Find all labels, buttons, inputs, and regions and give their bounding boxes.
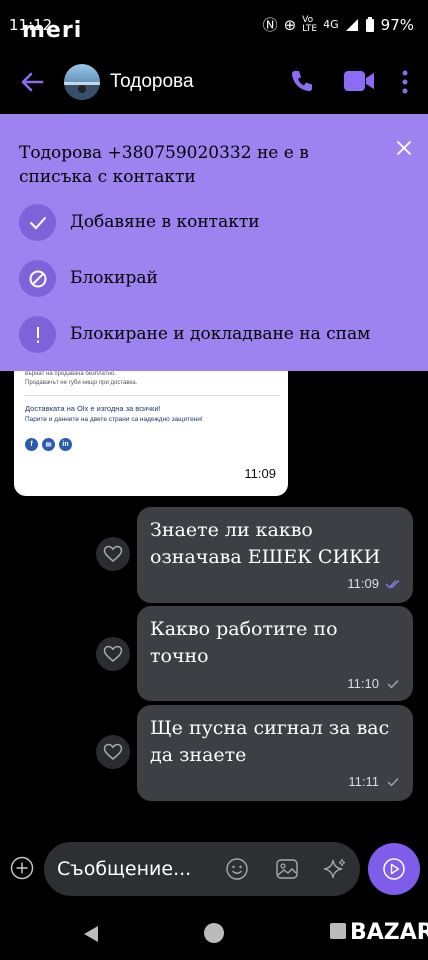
exclamation-icon (19, 316, 56, 353)
image-text-line: върнат на продавача безплатно. (25, 371, 116, 377)
linkedin-icon: in (59, 438, 72, 451)
phone-icon[interactable] (289, 68, 315, 94)
option-label: Блокиране и докладване на спам (70, 324, 371, 344)
avatar[interactable] (64, 64, 100, 100)
mail-icon: ✉ (42, 438, 55, 451)
message-text: Какво работите по точно (150, 618, 338, 667)
check-icon (19, 204, 56, 241)
block-button[interactable]: Блокирай (19, 260, 419, 298)
volte-icon: Vo LTE (302, 14, 318, 34)
outgoing-message[interactable]: Знаете ли какво означава ЕШЕК СИКИ 11:09 (137, 507, 413, 603)
message-composer: Съобщение... (0, 836, 428, 902)
image-text-line: Парите и данните на двете страни са наде… (25, 416, 203, 423)
like-button[interactable] (96, 637, 130, 671)
battery-percent: 97% (380, 15, 414, 34)
send-button[interactable] (368, 843, 420, 895)
more-options-icon[interactable] (400, 69, 410, 95)
image-text-line: Доставката на Olx е изгодна за всички! (25, 404, 161, 413)
network-type: 4G (323, 18, 339, 31)
unknown-contact-banner: Тодорова +380759020332 не е в списъка с … (0, 114, 428, 371)
message-time: 11:09 (347, 576, 379, 591)
gallery-icon[interactable] (274, 856, 300, 882)
plus-icon[interactable] (10, 856, 34, 880)
outgoing-message[interactable]: Какво работите по точно 11:10 (137, 606, 413, 701)
watermark-text: meri (22, 18, 83, 43)
chat-header: Тодорова (0, 52, 428, 114)
status-icons: Ⓝ ⊕ Vo LTE 4G 97% (263, 14, 414, 35)
heart-icon (103, 645, 123, 662)
nav-recent-icon[interactable] (330, 923, 346, 939)
add-to-contacts-button[interactable]: Добавяне в контакти (19, 204, 419, 242)
close-icon[interactable] (394, 138, 414, 158)
message-input[interactable]: Съобщение... (44, 842, 360, 896)
heart-icon (103, 743, 123, 760)
bazar-logo: BAZAR (350, 920, 428, 945)
signal-icon (345, 18, 358, 31)
block-and-report-button[interactable]: Блокиране и докладване на спам (19, 316, 419, 354)
check-icon (387, 680, 399, 689)
status-bar: 11:12 meri Ⓝ ⊕ Vo LTE 4G 97% (0, 0, 428, 52)
heart-icon (103, 545, 123, 562)
image-message[interactable]: върнат на продавача безплатно. Продавачъ… (14, 371, 288, 496)
sparkle-icon[interactable] (322, 856, 348, 882)
message-placeholder: Съобщение... (57, 858, 192, 880)
like-button[interactable] (96, 537, 130, 571)
message-text: Знаете ли какво означава ЕШЕК СИКИ (150, 519, 381, 568)
nav-back-icon[interactable] (82, 924, 100, 944)
avatar-photo (64, 82, 100, 100)
play-icon (383, 858, 405, 880)
divider (24, 395, 280, 396)
video-call-icon[interactable] (343, 70, 375, 92)
emoji-icon[interactable] (224, 856, 250, 882)
message-text: Ще пусна сигнал за вас да знаете (150, 717, 390, 766)
option-label: Добавяне в контакти (70, 212, 260, 232)
message-time: 11:10 (347, 676, 379, 691)
check-icon (387, 778, 399, 787)
system-nav-bar: BAZAR (0, 902, 428, 960)
nav-home-icon[interactable] (204, 923, 224, 943)
battery-icon (365, 16, 374, 32)
contact-name[interactable]: Тодорова (110, 71, 194, 93)
block-icon (19, 260, 56, 297)
message-time: 11:09 (244, 466, 276, 481)
hotspot-icon: ⊕ (283, 15, 297, 34)
like-button[interactable] (96, 735, 130, 769)
option-label: Блокирай (70, 268, 158, 288)
outgoing-message[interactable]: Ще пусна сигнал за вас да знаете 11:11 (137, 705, 413, 801)
double-check-icon (385, 580, 400, 589)
facebook-icon: f (25, 438, 38, 451)
image-text-line: Продавачът не губи нищо при доставка. (25, 380, 138, 386)
nfc-icon: Ⓝ (262, 16, 278, 34)
message-time: 11:11 (348, 774, 379, 789)
back-arrow-icon[interactable] (18, 68, 46, 96)
banner-title: Тодорова +380759020332 не е в списъка с … (19, 143, 309, 187)
